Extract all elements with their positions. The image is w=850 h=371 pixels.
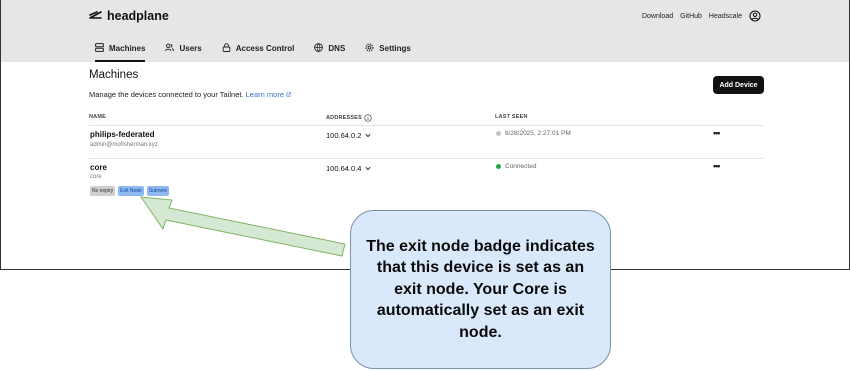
annotation-callout: The exit node badge indicates that this … — [350, 210, 611, 369]
